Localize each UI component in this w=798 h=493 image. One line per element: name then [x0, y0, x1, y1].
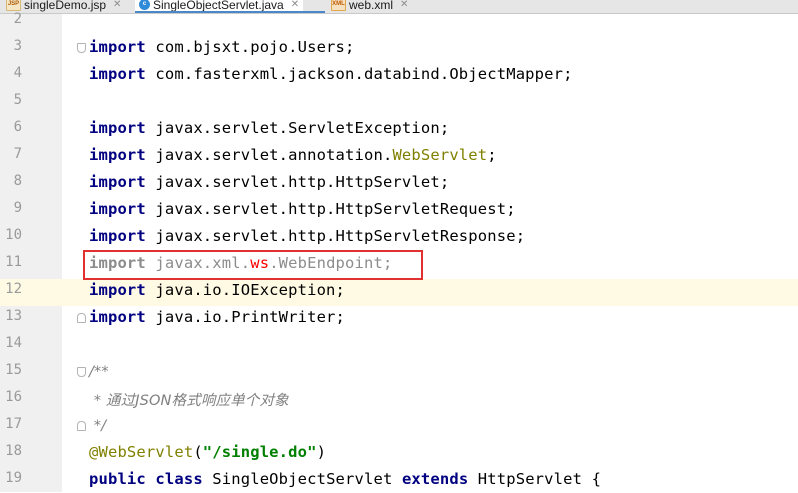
line-number: 6 [13, 119, 22, 135]
line-number: 11 [5, 254, 22, 270]
code-text: import java.io.PrintWriter; [89, 308, 345, 326]
code-token: javax.servlet.ServletException; [145, 119, 450, 137]
line-number: 10 [5, 227, 22, 243]
code-token: import [89, 200, 146, 218]
code-line[interactable]: 5 [0, 88, 798, 115]
code-token: import [89, 227, 146, 245]
fold-marker-icon[interactable] [77, 421, 86, 431]
code-text: /** [89, 362, 109, 380]
line-number: 8 [13, 173, 22, 189]
line-number: 15 [5, 362, 22, 378]
code-line[interactable]: 10 import javax.servlet.http.HttpServletR… [0, 223, 798, 250]
code-token: HttpServlet { [468, 470, 602, 488]
code-text: @WebServlet("/single.do") [89, 443, 326, 461]
code-token: SingleObjectServlet [202, 470, 402, 488]
code-token: import [89, 146, 146, 164]
code-token: import [89, 65, 146, 83]
code-token: java.io.PrintWriter; [145, 308, 346, 326]
code-line[interactable]: 12 import java.io.IOException; [0, 277, 798, 304]
line-number: 18 [5, 443, 22, 459]
code-text: import com.bjsxt.pojo.Users; [89, 38, 355, 56]
code-token: javax.servlet.http.HttpServlet; [145, 173, 450, 191]
code-token: javax.servlet.annotation. [145, 146, 393, 164]
code-line[interactable]: 8 import javax.servlet.http.HttpServlet; [0, 169, 798, 196]
code-token: javax.servlet.http.HttpServletResponse; [145, 227, 526, 245]
code-text: */ [89, 416, 106, 434]
line-number: 13 [5, 308, 22, 324]
code-token: @WebServlet [89, 443, 194, 461]
code-line[interactable]: 15 /** [0, 358, 798, 385]
code-line[interactable]: 4 import com.fasterxml.jackson.databind.O… [0, 61, 798, 88]
code-token: java.io.IOException; [145, 281, 346, 299]
code-token: ; [487, 146, 497, 164]
code-token: ) [316, 443, 327, 461]
code-text: import javax.servlet.ServletException; [89, 119, 449, 137]
line-number: 12 [5, 281, 22, 297]
code-token: */ [89, 418, 107, 434]
line-number: 4 [13, 65, 22, 81]
fold-marker-icon[interactable] [77, 367, 86, 377]
code-token: import [89, 281, 146, 299]
line-number: 9 [13, 200, 22, 216]
code-token: import [89, 173, 146, 191]
code-token: * 通过JSON格式响应单个对象 [89, 393, 289, 409]
code-token: /** [89, 364, 109, 380]
code-token: WebServlet [392, 146, 488, 164]
code-token: "/single.do" [202, 443, 317, 461]
code-line[interactable]: 19 public class SingleObjectServlet exten… [0, 466, 798, 493]
code-text: import java.io.IOException; [89, 281, 345, 299]
code-line[interactable]: 6 import javax.servlet.ServletException; [0, 115, 798, 142]
code-token: extends [401, 470, 469, 488]
code-line[interactable]: 18 @WebServlet("/single.do") [0, 439, 798, 466]
line-number: 19 [5, 470, 22, 486]
code-line[interactable]: 2 [0, 7, 798, 34]
code-text: import javax.servlet.http.HttpServletRes… [89, 227, 525, 245]
code-text: * 通过JSON格式响应单个对象 [89, 389, 289, 410]
fold-marker-icon[interactable] [77, 313, 86, 323]
code-text: import javax.servlet.http.HttpServlet; [89, 173, 449, 191]
annotation-highlight-box [83, 250, 423, 280]
code-line[interactable]: 17 */ [0, 412, 798, 439]
code-token: com.bjsxt.pojo.Users; [145, 38, 355, 56]
code-line[interactable]: 16 * 通过JSON格式响应单个对象 [0, 385, 798, 412]
fold-marker-icon[interactable] [77, 43, 86, 53]
code-line[interactable]: 9 import javax.servlet.http.HttpServletRe… [0, 196, 798, 223]
line-number: 5 [13, 92, 22, 108]
line-number: 14 [5, 335, 22, 351]
code-line[interactable]: 13 import java.io.PrintWriter; [0, 304, 798, 331]
code-token: public [89, 470, 146, 488]
code-token: import [89, 38, 146, 56]
code-line[interactable]: 7 import javax.servlet.annotation.WebServ… [0, 142, 798, 169]
line-number: 16 [5, 389, 22, 405]
line-number: 2 [13, 11, 22, 27]
code-token: ( [193, 443, 203, 461]
code-token: com.fasterxml.jackson.databind.ObjectMap… [145, 65, 573, 83]
code-line[interactable]: 14 [0, 331, 798, 358]
code-text: import javax.servlet.annotation.WebServl… [89, 146, 497, 164]
code-text: import com.fasterxml.jackson.databind.Ob… [89, 65, 573, 83]
code-token: import [89, 308, 146, 326]
code-text: import javax.servlet.http.HttpServletReq… [89, 200, 516, 218]
line-number: 17 [5, 416, 22, 432]
code-text: public class SingleObjectServlet extends… [89, 470, 601, 488]
code-token: javax.servlet.http.HttpServletRequest; [145, 200, 516, 218]
code-token: class [155, 470, 203, 488]
code-line[interactable]: 3 import com.bjsxt.pojo.Users; [0, 34, 798, 61]
line-number: 7 [13, 146, 22, 162]
line-number: 3 [13, 38, 22, 54]
code-token: import [89, 119, 146, 137]
